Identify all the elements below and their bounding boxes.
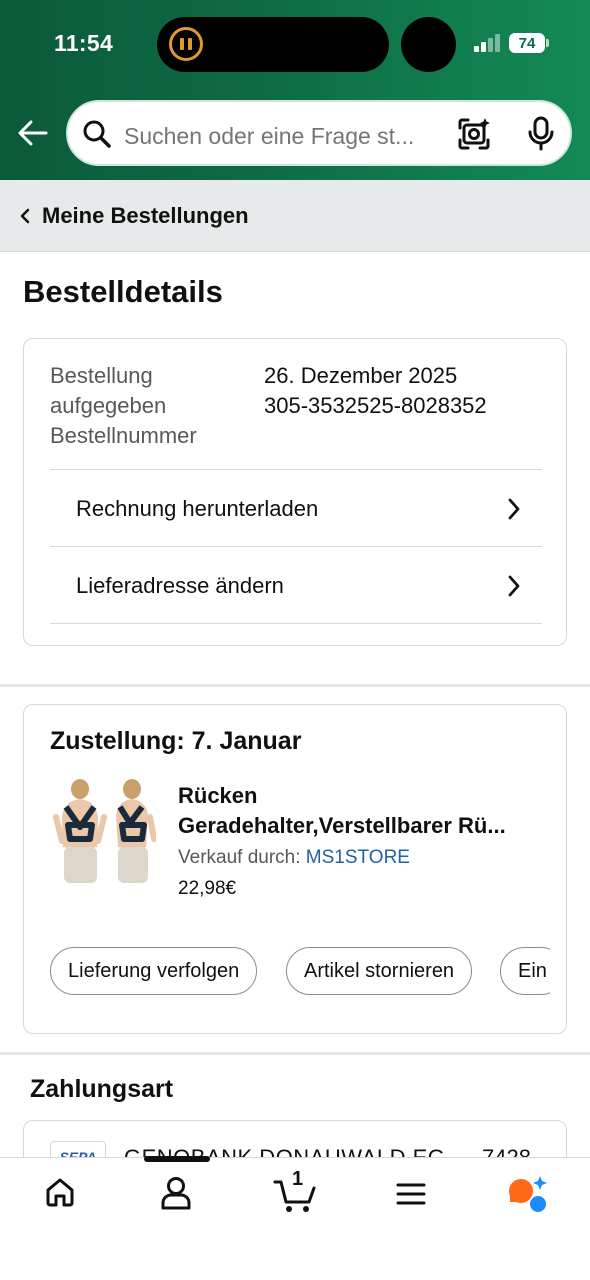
- product-title-line1: Rücken: [178, 783, 258, 808]
- order-values: 26. Dezember 2025 305-3532525-8028352: [264, 361, 487, 421]
- scroll-indicator: [144, 1156, 210, 1162]
- track-delivery-button[interactable]: Lieferung verfolgen: [50, 947, 258, 995]
- change-address-label: Lieferadresse ändern: [76, 572, 284, 598]
- order-date: 26. Dezember 2025: [264, 363, 458, 388]
- delivery-card: Zustellung: 7. Januar Rücken Geradehalte…: [23, 704, 567, 1034]
- seller-link[interactable]: MS1STORE: [306, 847, 410, 868]
- delivery-title: Zustellung: 7. Januar: [50, 727, 302, 755]
- page-title: Bestelldetails: [23, 274, 223, 309]
- product-title-line2: Geradehalter,Verstellbarer Rü...: [178, 813, 506, 838]
- more-actions-button[interactable]: Ein: [500, 947, 550, 995]
- divider: [50, 623, 542, 624]
- chevron-right-icon: [508, 575, 520, 597]
- product-price: 22,98€: [178, 878, 237, 899]
- chevron-left-icon: [20, 208, 30, 224]
- cancel-item-button[interactable]: Artikel stornieren: [286, 947, 473, 995]
- seller-prefix: Verkauf durch:: [178, 847, 306, 868]
- battery-tip: [546, 39, 549, 47]
- seller-info: Verkauf durch: MS1STORE: [178, 847, 410, 869]
- signal-icon: [474, 34, 502, 52]
- order-labels: Bestellung aufgegeben Bestellnummer: [50, 361, 240, 451]
- bottom-navigation: 1: [0, 1156, 590, 1280]
- product-title[interactable]: Rücken Geradehalter,Verstellbarer Rü...: [178, 781, 548, 841]
- section-divider: [0, 1052, 590, 1055]
- order-info-card: Bestellung aufgegeben Bestellnummer 26. …: [23, 338, 567, 646]
- breadcrumb-label[interactable]: Meine Bestellungen: [42, 203, 249, 229]
- timer-paused-icon[interactable]: [169, 27, 203, 61]
- order-number: 305-3532525-8028352: [264, 393, 487, 418]
- chevron-right-icon: [508, 498, 520, 520]
- change-address-link[interactable]: Lieferadresse ändern: [50, 546, 542, 624]
- search-bar[interactable]: [66, 100, 572, 166]
- rufus-ai-icon[interactable]: [508, 1176, 550, 1214]
- order-number-label: Bestellnummer: [50, 423, 197, 448]
- search-input[interactable]: [124, 123, 436, 150]
- camera-lens-icon[interactable]: [456, 116, 492, 152]
- download-invoice-link[interactable]: Rechnung herunterladen: [50, 469, 542, 547]
- order-placed-label: Bestellung aufgegeben: [50, 363, 167, 418]
- breadcrumb[interactable]: Meine Bestellungen: [0, 180, 590, 252]
- app-header: 11:54 74: [0, 0, 590, 180]
- menu-icon[interactable]: [396, 1182, 426, 1206]
- cart-icon[interactable]: [273, 1178, 317, 1214]
- product-image[interactable]: [50, 777, 156, 885]
- download-invoice-label: Rechnung herunterladen: [76, 495, 319, 521]
- account-icon[interactable]: [160, 1176, 192, 1210]
- payment-title: Zahlungsart: [30, 1075, 174, 1103]
- search-icon: [83, 120, 111, 148]
- dynamic-island: [157, 17, 389, 72]
- section-divider: [0, 684, 590, 687]
- status-time: 11:54: [54, 30, 114, 56]
- battery-icon: 74: [509, 33, 545, 53]
- microphone-icon[interactable]: [526, 116, 556, 152]
- home-icon[interactable]: [44, 1176, 76, 1208]
- camera-cutout: [401, 17, 456, 72]
- back-arrow-icon[interactable]: [16, 116, 50, 150]
- action-button-row: Lieferung verfolgen Artikel stornieren E…: [50, 947, 550, 995]
